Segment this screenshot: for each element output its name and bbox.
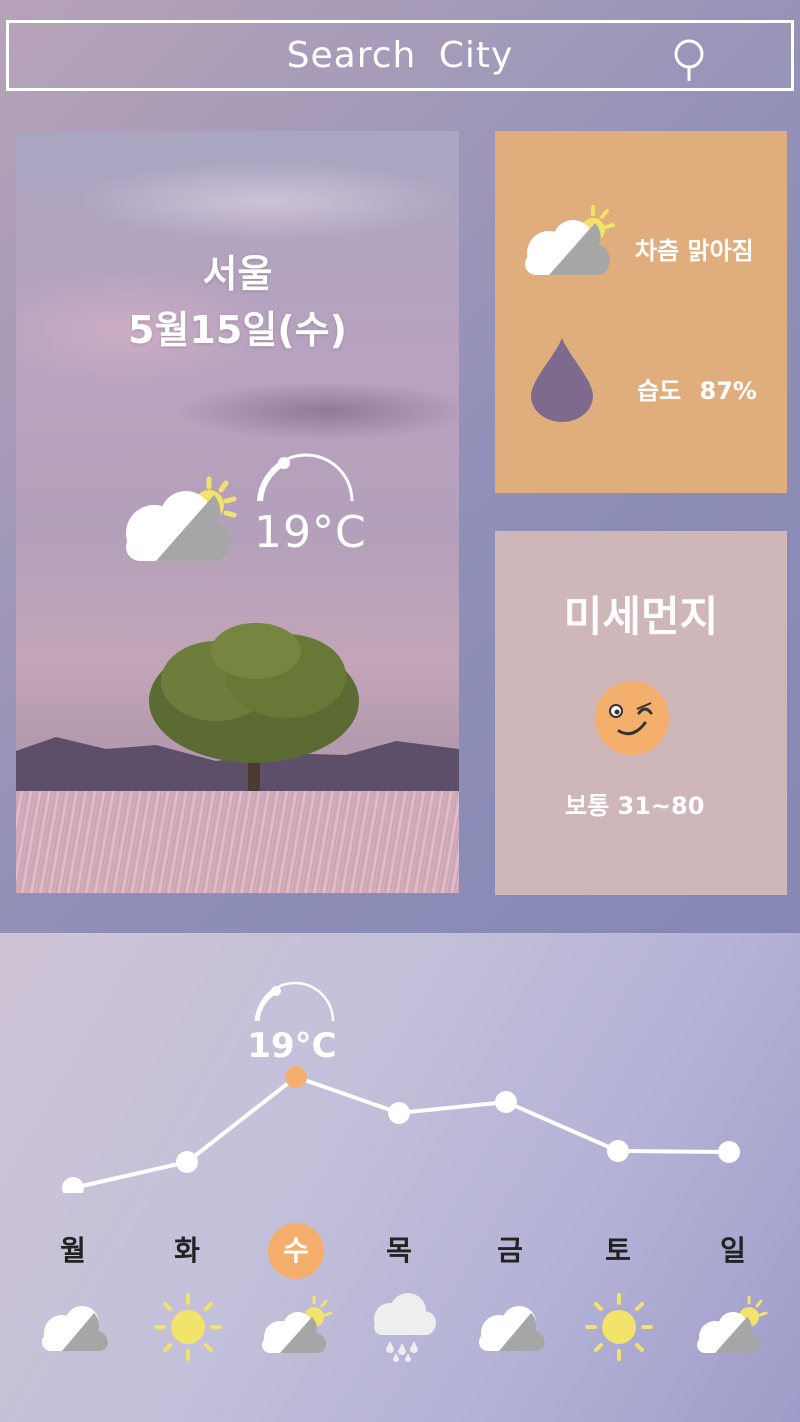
sky-cloud: [176, 381, 459, 441]
weather-condition: 차츰 맑아짐: [635, 237, 754, 265]
temp-point-mon[interactable]: [62, 1177, 84, 1193]
cloudy-icon: [479, 1306, 546, 1351]
tree-image: [149, 623, 359, 801]
forecast-card: 차츰 맑아짐 습도 87%: [495, 131, 787, 493]
partly-cloudy-icon: [126, 476, 237, 561]
day-tab-wed[interactable]: 수: [268, 1223, 324, 1279]
search-label[interactable]: Search City: [287, 35, 514, 76]
temp-point-tue[interactable]: [176, 1151, 198, 1173]
day-tab-fri[interactable]: 금: [482, 1223, 538, 1279]
wink-face-icon: [595, 681, 669, 755]
temp-point-thu[interactable]: [388, 1102, 410, 1124]
day-tab-thu[interactable]: 목: [371, 1223, 427, 1279]
weekly-temperature-chart: 19°C: [62, 981, 740, 1193]
temperature-gauge-arc: [254, 988, 278, 1022]
partly-cloudy-icon: [697, 1295, 768, 1353]
city-name: 서울: [202, 252, 273, 296]
search-bar[interactable]: Search City: [6, 20, 794, 91]
search-icon[interactable]: [669, 37, 709, 83]
temp-point-wed[interactable]: [285, 1066, 307, 1088]
rainy-cloud-icon: [374, 1293, 436, 1362]
partly-cloudy-icon: [525, 205, 615, 275]
temp-point-fri[interactable]: [495, 1091, 517, 1113]
wheat-field: [16, 791, 459, 893]
temp-point-sun[interactable]: [718, 1141, 740, 1163]
sunny-icon: [585, 1293, 653, 1361]
weekly-forecast: 19°C 월 화 수 목 금 토 일: [0, 933, 800, 1422]
day-tab-mon[interactable]: 월: [45, 1223, 101, 1279]
temp-point-sat[interactable]: [607, 1140, 629, 1162]
temperature-gauge-icon: [257, 453, 354, 502]
temperature-line: [72, 1074, 730, 1190]
selected-day-temperature: 19°C: [247, 1026, 336, 1066]
sunny-icon: [154, 1293, 222, 1361]
cloudy-icon: [42, 1306, 109, 1351]
water-drop-icon: [531, 338, 593, 422]
sky-cloud: [76, 161, 456, 241]
day-tab-sun[interactable]: 일: [705, 1223, 761, 1279]
partly-cloudy-icon: [262, 1295, 333, 1353]
humidity-label: 습도 87%: [637, 377, 757, 405]
current-date: 5월15일(수): [128, 308, 347, 352]
fine-dust-title: 미세먼지: [563, 592, 719, 641]
gauge-knob: [271, 986, 281, 996]
fine-dust-status: 보통 31~80: [565, 792, 705, 820]
temperature-gauge-icon: [255, 981, 335, 1022]
fine-dust-card: 미세먼지 보통 31~80: [495, 531, 787, 895]
day-tab-tue[interactable]: 화: [159, 1223, 215, 1279]
day-tab-sat[interactable]: 토: [590, 1223, 646, 1279]
current-temperature: 19°C: [254, 507, 367, 558]
current-weather-panel: 서울 5월15일(수) 19°C: [16, 131, 459, 893]
